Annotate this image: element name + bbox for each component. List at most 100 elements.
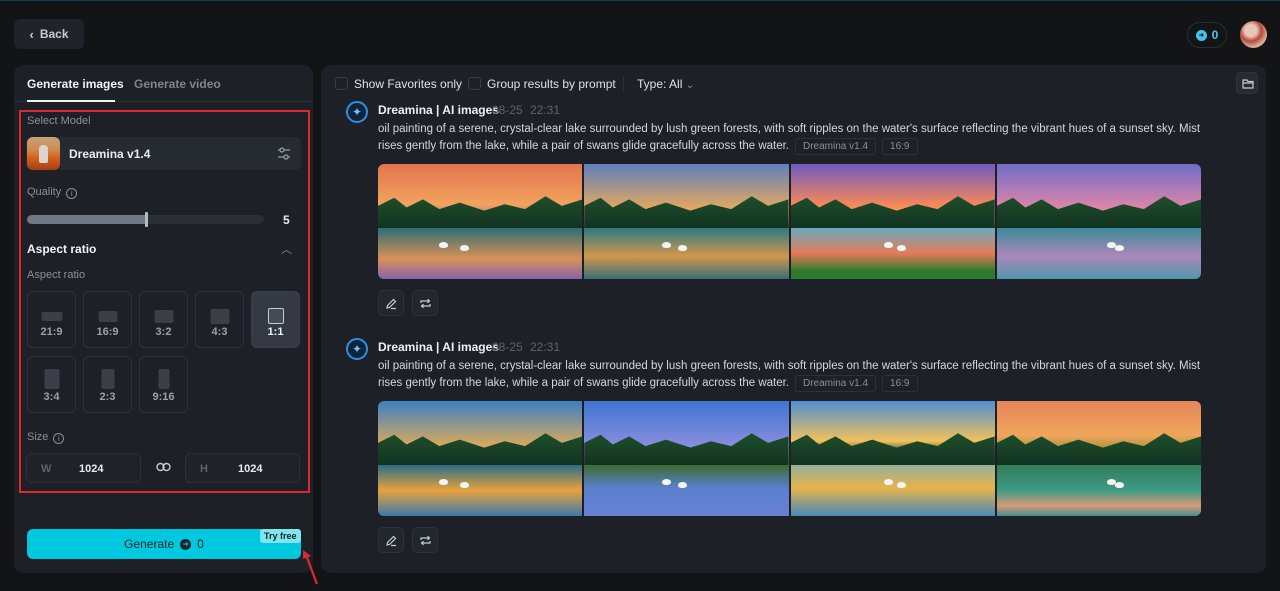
open-folder-button[interactable] bbox=[1236, 72, 1258, 94]
aspect-ratio-option[interactable]: 2:3 bbox=[83, 356, 132, 413]
credits-badge[interactable]: 0 bbox=[1187, 22, 1227, 48]
group-by-prompt-label[interactable]: Group results by prompt bbox=[487, 77, 616, 91]
repeat-icon bbox=[420, 298, 431, 309]
aspect-ratio-option-label: 2:3 bbox=[99, 391, 116, 403]
result-time: 22:31 bbox=[530, 103, 561, 117]
generated-image[interactable] bbox=[378, 401, 583, 516]
result-group: Dreamina | AI images 08-25 22:31 oil pai… bbox=[321, 101, 1266, 321]
generate-label: Generate bbox=[124, 537, 175, 551]
model-name: Dreamina v1.4 bbox=[69, 147, 151, 161]
settings-sliders-icon[interactable] bbox=[277, 147, 291, 160]
mode-tabs: Generate images Generate video bbox=[14, 65, 313, 102]
pencil-icon bbox=[386, 298, 397, 310]
swan bbox=[1115, 244, 1125, 251]
chevron-up-icon[interactable]: ︿ bbox=[281, 241, 292, 257]
group-by-prompt-checkbox[interactable] bbox=[468, 77, 481, 90]
prompt-text: oil painting of a serene, crystal-clear … bbox=[378, 123, 1201, 152]
results-panel: Show Favorites only Group results by pro… bbox=[321, 65, 1266, 573]
swan bbox=[459, 244, 469, 251]
swan bbox=[678, 481, 688, 488]
swan bbox=[439, 242, 449, 249]
size-label: Size i bbox=[27, 431, 65, 444]
show-favorites-label[interactable]: Show Favorites only bbox=[354, 77, 462, 91]
result-date: 08-25 bbox=[492, 340, 523, 354]
credits-count: 0 bbox=[1211, 28, 1219, 42]
aspect-ratio-option-label: 16:9 bbox=[96, 326, 119, 338]
edit-button[interactable] bbox=[378, 527, 404, 553]
image-water bbox=[378, 228, 583, 279]
tab-generate-images[interactable]: Generate images bbox=[27, 77, 124, 91]
size-label-text: Size bbox=[27, 431, 49, 443]
edit-button[interactable] bbox=[378, 290, 404, 316]
image-water bbox=[790, 228, 995, 279]
result-prompt: oil painting of a serene, crystal-clear … bbox=[378, 358, 1208, 392]
repeat-icon bbox=[420, 535, 431, 546]
height-field[interactable]: H 1024 bbox=[185, 453, 300, 483]
aspect-ratio-option[interactable]: 9:16 bbox=[139, 356, 188, 413]
aspect-ratio-option[interactable]: 3:4 bbox=[27, 356, 76, 413]
divider bbox=[623, 76, 624, 91]
image-water bbox=[790, 465, 995, 516]
show-favorites-checkbox[interactable] bbox=[335, 77, 348, 90]
aspect-ratio-option[interactable]: 21:9 bbox=[27, 291, 76, 348]
result-time: 22:31 bbox=[530, 340, 561, 354]
tab-generate-video[interactable]: Generate video bbox=[134, 77, 221, 91]
model-chip: Dreamina v1.4 bbox=[795, 138, 877, 155]
aspect-ratio-shape-icon bbox=[210, 308, 229, 324]
link-icon[interactable] bbox=[156, 462, 171, 472]
model-selector[interactable]: Dreamina v1.4 bbox=[26, 137, 301, 170]
chevron-left-icon: ‹ bbox=[29, 26, 34, 42]
generated-image[interactable] bbox=[790, 164, 995, 279]
aspect-ratio-section-title[interactable]: Aspect ratio bbox=[27, 242, 96, 256]
swan bbox=[896, 244, 906, 251]
back-label: Back bbox=[39, 27, 69, 41]
aspect-ratio-option[interactable]: 16:9 bbox=[83, 291, 132, 348]
quality-value: 5 bbox=[283, 213, 290, 227]
aspect-ratio-option-label: 4:3 bbox=[211, 326, 228, 338]
width-field[interactable]: W 1024 bbox=[26, 453, 141, 483]
swan bbox=[439, 479, 449, 486]
quality-slider-handle[interactable] bbox=[144, 212, 148, 227]
filter-bar: Show Favorites only Group results by pro… bbox=[321, 65, 1266, 101]
swan bbox=[661, 242, 671, 249]
aspect-ratio-option[interactable]: 4:3 bbox=[195, 291, 244, 348]
model-chip: Dreamina v1.4 bbox=[795, 375, 877, 392]
aspect-ratio-shape-icon bbox=[101, 369, 114, 389]
type-filter-dropdown[interactable]: Type: All ⌄ bbox=[637, 77, 694, 91]
aspect-ratio-shape-icon bbox=[98, 310, 117, 322]
generated-image[interactable] bbox=[584, 401, 789, 516]
generated-image[interactable] bbox=[790, 401, 995, 516]
info-icon[interactable]: i bbox=[53, 433, 65, 444]
type-filter-label: Type: All bbox=[637, 77, 683, 91]
image-water bbox=[996, 465, 1201, 516]
image-water bbox=[378, 465, 583, 516]
back-button[interactable]: ‹ Back bbox=[14, 19, 84, 49]
generated-image[interactable] bbox=[996, 401, 1201, 516]
ratio-chip: 16:9 bbox=[882, 138, 918, 155]
regenerate-button[interactable] bbox=[412, 527, 438, 553]
generation-settings-panel: Generate images Generate video Select Mo… bbox=[14, 65, 313, 573]
aspect-ratio-option-label: 3:2 bbox=[155, 326, 172, 338]
generated-image[interactable] bbox=[584, 164, 789, 279]
generated-image[interactable] bbox=[996, 164, 1201, 279]
model-thumbnail bbox=[27, 137, 60, 170]
height-value: 1024 bbox=[238, 463, 263, 475]
swan bbox=[1115, 481, 1125, 488]
dreamina-logo-icon bbox=[346, 338, 368, 360]
avatar[interactable] bbox=[1240, 21, 1267, 48]
generated-image[interactable] bbox=[378, 164, 583, 279]
image-grid bbox=[378, 401, 1201, 516]
regenerate-button[interactable] bbox=[412, 290, 438, 316]
quality-slider[interactable] bbox=[27, 212, 264, 227]
pencil-icon bbox=[386, 535, 397, 547]
image-grid bbox=[378, 164, 1201, 279]
image-water bbox=[996, 228, 1201, 279]
aspect-ratio-option-label: 1:1 bbox=[267, 326, 284, 338]
aspect-ratio-option[interactable]: 3:2 bbox=[139, 291, 188, 348]
aspect-ratio-shape-icon bbox=[44, 369, 59, 389]
result-group: Dreamina | AI images 08-25 22:31 oil pai… bbox=[321, 338, 1266, 558]
aspect-ratio-option[interactable]: 1:1 bbox=[251, 291, 300, 348]
aspect-ratio-option-label: 3:4 bbox=[43, 391, 60, 403]
result-title: Dreamina | AI images bbox=[378, 340, 499, 354]
info-icon[interactable]: i bbox=[66, 188, 78, 199]
